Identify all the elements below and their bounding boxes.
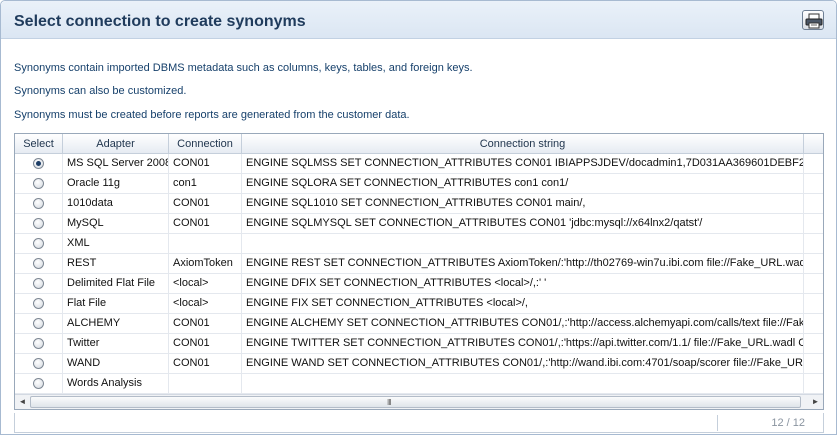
connection-string-cell: ENGINE SQLMYSQL SET CONNECTION_ATTRIBUTE…: [242, 214, 804, 233]
select-cell: [15, 194, 63, 213]
column-header-spacer: [804, 134, 823, 154]
table-row[interactable]: Flat File <local> ENGINE FIX SET CONNECTIO…: [15, 294, 823, 314]
adapter-cell: WAND: [63, 354, 169, 373]
select-radio[interactable]: [33, 318, 44, 329]
dialog-title: Select connection to create synonyms: [14, 13, 306, 30]
select-radio[interactable]: [33, 258, 44, 269]
connection-string-cell: ENGINE SQL1010 SET CONNECTION_ATTRIBUTES…: [242, 194, 804, 213]
connection-string-cell: ENGINE DFIX SET CONNECTION_ATTRIBUTES <l…: [242, 274, 804, 293]
select-cell: [15, 274, 63, 293]
connection-string-cell: [242, 374, 804, 393]
page-count: 12 / 12: [717, 415, 823, 431]
select-radio[interactable]: [33, 298, 44, 309]
table-row[interactable]: Oracle 11g con1 ENGINE SQLORA SET CONNECTI…: [15, 174, 823, 194]
connection-string-cell: ENGINE SQLMSS SET CONNECTION_ATTRIBUTES …: [242, 154, 804, 173]
select-cell: [15, 174, 63, 193]
connection-string-cell: ENGINE ALCHEMY SET CONNECTION_ATTRIBUTES…: [242, 314, 804, 333]
description-line-3: Synonyms must be created before reports …: [14, 109, 410, 121]
select-cell: [15, 214, 63, 233]
scroll-left-icon[interactable]: ◄: [15, 395, 30, 409]
adapter-cell: Words Analysis: [63, 374, 169, 393]
connection-cell: CON01: [169, 334, 242, 353]
table-row[interactable]: 1010data CON01 ENGINE SQL1010 SET CONNECTI…: [15, 194, 823, 214]
select-cell: [15, 154, 63, 173]
table-row[interactable]: REST AxiomToken ENGINE REST SET CONNECTION…: [15, 254, 823, 274]
table-row[interactable]: XML: [15, 234, 823, 254]
select-cell: [15, 254, 63, 273]
connection-string-cell: ENGINE FIX SET CONNECTION_ATTRIBUTES <lo…: [242, 294, 804, 313]
connection-cell: con1: [169, 174, 242, 193]
scroll-right-icon[interactable]: ►: [808, 395, 823, 409]
description-line-1: Synonyms contain imported DBMS metadata …: [14, 62, 473, 74]
connection-cell: <local>: [169, 294, 242, 313]
connection-string-cell: ENGINE WAND SET CONNECTION_ATTRIBUTES CO…: [242, 354, 804, 373]
connection-string-cell: ENGINE SQLORA SET CONNECTION_ATTRIBUTES …: [242, 174, 804, 193]
column-header-connection[interactable]: Connection: [169, 134, 242, 154]
synonym-dialog: Select connection to create synonyms Syn…: [0, 0, 837, 435]
select-radio[interactable]: [33, 358, 44, 369]
connection-cell: CON01: [169, 314, 242, 333]
connection-string-cell: ENGINE REST SET CONNECTION_ATTRIBUTES Ax…: [242, 254, 804, 273]
select-cell: [15, 374, 63, 393]
select-radio[interactable]: [33, 278, 44, 289]
connection-cell: <local>: [169, 274, 242, 293]
printer-icon: [805, 13, 823, 29]
grid-header: Select Adapter Connection Connection str…: [15, 134, 823, 154]
connection-cell: CON01: [169, 354, 242, 373]
table-row[interactable]: WAND CON01 ENGINE WAND SET CONNECTION_ATTR…: [15, 354, 823, 374]
scrollbar-grip-icon: III: [387, 398, 392, 407]
connection-string-cell: ENGINE TWITTER SET CONNECTION_ATTRIBUTES…: [242, 334, 804, 353]
connection-string-cell: [242, 234, 804, 253]
table-row[interactable]: Delimited Flat File <local> ENGINE DFIX SE…: [15, 274, 823, 294]
table-row[interactable]: MySQL CON01 ENGINE SQLMYSQL SET CONNECTION…: [15, 214, 823, 234]
select-radio[interactable]: [33, 378, 44, 389]
dialog-titlebar: Select connection to create synonyms: [1, 1, 836, 39]
adapter-cell: MS SQL Server 2008: [63, 154, 169, 173]
connection-cell: AxiomToken: [169, 254, 242, 273]
print-button[interactable]: [802, 10, 824, 30]
adapter-cell: ALCHEMY: [63, 314, 169, 333]
connection-cell: [169, 374, 242, 393]
select-cell: [15, 314, 63, 333]
select-cell: [15, 354, 63, 373]
column-header-connection-string[interactable]: Connection string: [242, 134, 804, 154]
description-line-2: Synonyms can also be customized.: [14, 85, 187, 97]
select-cell: [15, 234, 63, 253]
adapter-cell: 1010data: [63, 194, 169, 213]
connection-cell: CON01: [169, 194, 242, 213]
select-radio[interactable]: [33, 218, 44, 229]
column-header-select[interactable]: Select: [15, 134, 63, 154]
adapter-cell: Delimited Flat File: [63, 274, 169, 293]
select-cell: [15, 294, 63, 313]
table-row[interactable]: Twitter CON01 ENGINE TWITTER SET CONNECTIO…: [15, 334, 823, 354]
select-radio[interactable]: [33, 178, 44, 189]
adapter-cell: Twitter: [63, 334, 169, 353]
table-row[interactable]: MS SQL Server 2008 CON01 ENGINE SQLMSS SET…: [15, 154, 823, 174]
adapter-cell: REST: [63, 254, 169, 273]
select-radio[interactable]: [33, 158, 44, 169]
connection-cell: CON01: [169, 214, 242, 233]
select-cell: [15, 334, 63, 353]
adapter-cell: XML: [63, 234, 169, 253]
table-row[interactable]: ALCHEMY CON01 ENGINE ALCHEMY SET CONNECTIO…: [15, 314, 823, 334]
select-radio[interactable]: [33, 338, 44, 349]
select-radio[interactable]: [33, 198, 44, 209]
connection-cell: CON01: [169, 154, 242, 173]
adapter-cell: Oracle 11g: [63, 174, 169, 193]
table-row[interactable]: Words Analysis: [15, 374, 823, 394]
select-radio[interactable]: [33, 238, 44, 249]
adapter-cell: Flat File: [63, 294, 169, 313]
grid-footer: 12 / 12: [14, 413, 824, 433]
horizontal-scrollbar[interactable]: ◄ III ►: [15, 394, 823, 409]
scrollbar-thumb[interactable]: III: [30, 396, 801, 408]
adapter-cell: MySQL: [63, 214, 169, 233]
connection-cell: [169, 234, 242, 253]
grid-body: MS SQL Server 2008 CON01 ENGINE SQLMSS SET…: [15, 154, 823, 394]
connection-grid: Select Adapter Connection Connection str…: [14, 133, 824, 410]
column-header-adapter[interactable]: Adapter: [63, 134, 169, 154]
